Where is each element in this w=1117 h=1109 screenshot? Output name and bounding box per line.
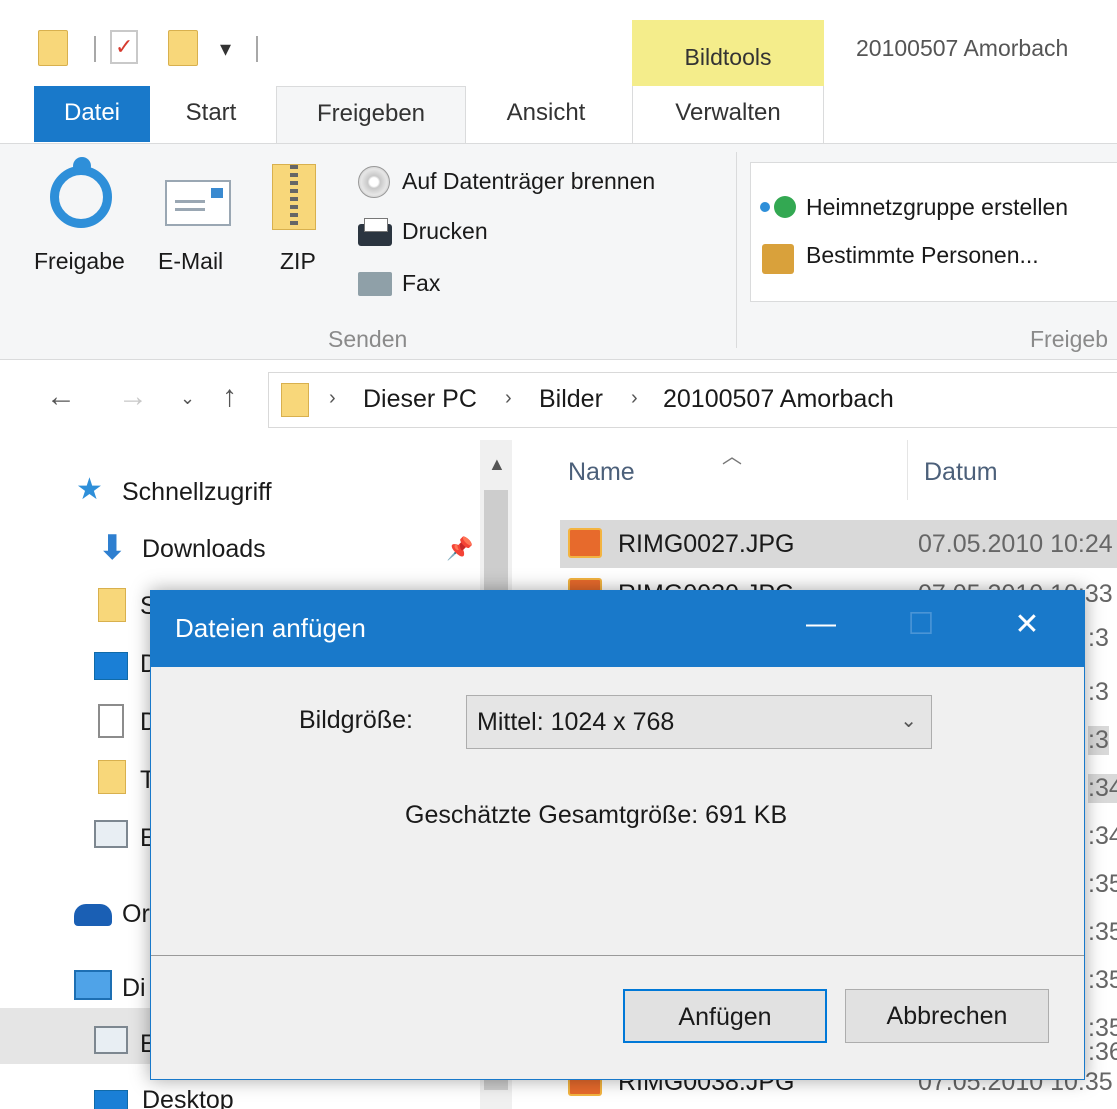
address-row: ← → ⌄ ↑ › Dieser PC › Bilder › 20100507 …	[0, 360, 1117, 440]
image-size-value: Mittel: 1024 x 768	[477, 708, 675, 736]
image-size-label: Bildgröße:	[299, 706, 413, 734]
folder-icon[interactable]	[38, 30, 68, 66]
new-folder-icon[interactable]	[168, 30, 198, 66]
maximize-icon: ☐	[907, 608, 935, 641]
folder-icon	[98, 760, 126, 794]
tab-ansicht[interactable]: Ansicht	[486, 86, 606, 144]
attach-button[interactable]: Anfügen	[623, 989, 827, 1043]
printer-icon[interactable]	[358, 218, 392, 246]
homegroup-button[interactable]: Heimnetzgruppe erstellen	[806, 194, 1068, 221]
homegroup-icon[interactable]	[760, 192, 796, 222]
breadcrumb-current-folder[interactable]: 20100507 Amorbach	[663, 385, 894, 414]
chevron-down-icon: ⌄	[900, 710, 917, 732]
file-date: 07.05.2010 10:24	[918, 530, 1113, 558]
nav-item-onedrive[interactable]: Or	[122, 900, 150, 929]
ribbon: Freigabe E-Mail ZIP Auf Datenträger bren…	[0, 143, 1117, 360]
dialog-title-bar[interactable]: Dateien anfügen — ☐ ✕	[151, 591, 1084, 667]
file-row[interactable]: RIMG0027.JPG 07.05.2010 10:24	[560, 520, 1117, 568]
column-divider[interactable]	[907, 440, 908, 500]
properties-icon[interactable]	[110, 30, 138, 64]
group-label-senden: Senden	[328, 326, 408, 352]
file-date-fragment: :3	[1088, 624, 1109, 652]
nav-item-dieser-pc[interactable]: Di	[122, 974, 146, 1003]
ribbon-tabs: Datei Start Freigeben Ansicht Verwalten	[0, 86, 1117, 144]
back-arrow-icon[interactable]: ←	[46, 380, 76, 414]
forward-arrow-icon[interactable]: →	[118, 380, 148, 414]
download-arrow-icon: ⬇	[98, 529, 127, 567]
share-with-box	[750, 162, 1117, 302]
column-header-date[interactable]: Datum	[924, 458, 998, 487]
customize-quick-access-icon[interactable]: ▾	[220, 36, 231, 62]
close-icon[interactable]: ✕	[977, 591, 1077, 667]
cancel-button[interactable]: Abbrechen	[845, 989, 1049, 1043]
address-bar[interactable]: › Dieser PC › Bilder › 20100507 Amorbach	[268, 372, 1117, 428]
sort-ascending-icon: ︿	[722, 446, 742, 468]
document-icon	[98, 704, 124, 738]
jpg-file-icon	[568, 528, 602, 558]
onedrive-cloud-icon	[74, 904, 112, 926]
tab-verwalten[interactable]: Verwalten	[632, 86, 824, 144]
computer-icon	[74, 970, 112, 1000]
image-size-select[interactable]: Mittel: 1024 x 768 ⌄	[466, 695, 932, 749]
burn-button[interactable]: Auf Datenträger brennen	[402, 168, 655, 195]
toolbar-separator	[94, 36, 96, 62]
desktop-icon	[94, 652, 128, 680]
group-separator	[736, 152, 737, 348]
up-arrow-icon[interactable]: ↑	[222, 380, 237, 414]
email-button[interactable]: E-Mail	[158, 248, 223, 275]
scroll-up-icon[interactable]: ▲	[488, 454, 506, 475]
attach-files-dialog: Dateien anfügen — ☐ ✕ Bildgröße: Mittel:…	[150, 590, 1085, 1080]
nav-item-schnellzugriff[interactable]: Schnellzugriff	[122, 478, 272, 507]
freigabe-button[interactable]: Freigabe	[34, 248, 125, 275]
estimated-total-size: Geschätzte Gesamtgröße: 691 KB	[405, 801, 788, 829]
share-icon[interactable]	[50, 157, 112, 228]
pictures-icon	[94, 1026, 128, 1054]
zip-button[interactable]: ZIP	[280, 248, 316, 275]
file-date-fragment: :34	[1088, 774, 1117, 803]
breadcrumb-separator-icon[interactable]: ›	[329, 387, 336, 410]
folder-icon	[98, 588, 126, 622]
file-date-fragment: :36	[1088, 1038, 1117, 1066]
fax-icon[interactable]	[358, 272, 392, 296]
specific-people-button[interactable]: Bestimmte Personen...	[806, 242, 1039, 269]
file-date-fragment: :35	[1088, 870, 1117, 898]
fax-button[interactable]: Fax	[402, 270, 440, 297]
column-header-name[interactable]: Name	[568, 458, 635, 487]
recent-locations-chevron-icon[interactable]: ⌄	[180, 388, 195, 409]
title-bar: ▾ Bildtools 20100507 Amorbach	[0, 0, 1117, 86]
nav-item-desktop[interactable]: Desktop	[142, 1086, 234, 1109]
breadcrumb-dieser-pc[interactable]: Dieser PC	[363, 385, 477, 414]
tab-freigeben[interactable]: Freigeben	[276, 86, 466, 144]
breadcrumb-bilder[interactable]: Bilder	[539, 385, 603, 414]
group-label-freigeben: Freigeb	[1030, 326, 1108, 352]
file-date-fragment: :3	[1088, 678, 1109, 706]
file-date-fragment: :35	[1088, 918, 1117, 946]
file-date-fragment: :34	[1088, 822, 1117, 850]
people-icon[interactable]	[762, 244, 794, 274]
nav-item-downloads[interactable]: Downloads	[142, 535, 266, 564]
email-icon[interactable]	[165, 180, 231, 226]
file-name: RIMG0027.JPG	[618, 530, 795, 558]
file-date-fragment: :35	[1088, 966, 1117, 994]
toolbar-separator	[256, 36, 258, 62]
tab-start[interactable]: Start	[168, 86, 254, 144]
tab-datei[interactable]: Datei	[34, 86, 150, 142]
context-tab-bildtools: Bildtools	[632, 20, 824, 86]
pin-icon[interactable]: 📌	[446, 536, 473, 562]
window-title: 20100507 Amorbach	[856, 35, 1069, 61]
star-icon: ★	[76, 473, 103, 506]
pictures-icon	[94, 820, 128, 848]
dialog-title: Dateien anfügen	[175, 613, 366, 643]
dialog-footer: Anfügen Abbrechen	[151, 956, 1084, 1079]
minimize-icon[interactable]: —	[771, 591, 871, 667]
print-button[interactable]: Drucken	[402, 218, 488, 245]
breadcrumb-separator-icon[interactable]: ›	[631, 387, 638, 410]
desktop-icon	[94, 1090, 128, 1109]
folder-icon	[281, 383, 309, 417]
breadcrumb-separator-icon[interactable]: ›	[505, 387, 512, 410]
zip-icon[interactable]	[272, 164, 316, 230]
file-date-fragment: :3	[1088, 726, 1109, 755]
disc-burn-icon[interactable]	[358, 166, 390, 198]
